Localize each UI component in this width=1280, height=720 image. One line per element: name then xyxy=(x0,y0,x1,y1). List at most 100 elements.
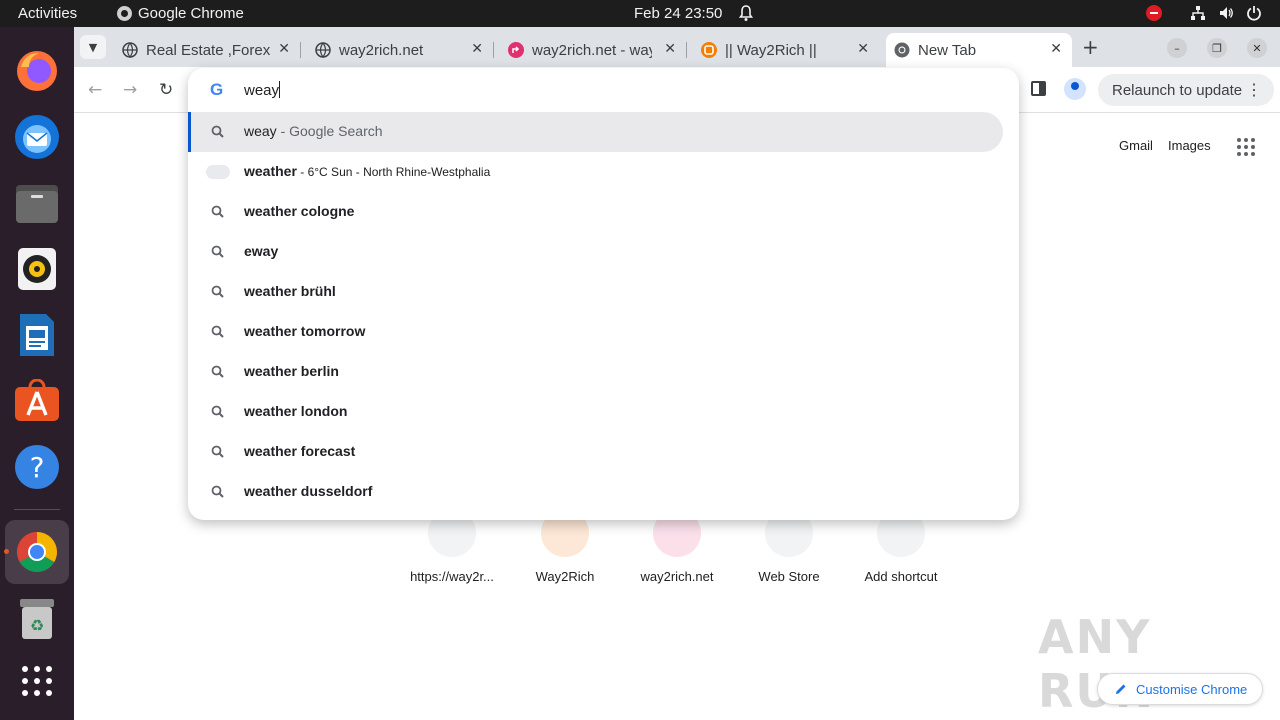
search-icon xyxy=(211,405,224,418)
shortcut-tile[interactable]: https://way2r... xyxy=(402,509,502,584)
writer-icon[interactable] xyxy=(13,311,61,359)
thunderbird-icon[interactable] xyxy=(13,113,61,161)
kebab-menu-icon[interactable]: ⋮ xyxy=(1246,80,1262,100)
dock-separator xyxy=(14,509,60,510)
close-icon[interactable]: ✕ xyxy=(278,40,290,57)
suggestion-row[interactable]: weather london xyxy=(188,392,1019,432)
globe-icon xyxy=(122,42,138,58)
activities-button[interactable]: Activities xyxy=(18,5,77,22)
shortcut-label: Way2Rich xyxy=(535,569,595,584)
suggestion-row[interactable]: weather cologne xyxy=(188,192,1019,232)
show-apps-icon[interactable] xyxy=(13,657,61,705)
tab-title: New Tab xyxy=(918,41,977,59)
clock[interactable]: Feb 24 23:50 xyxy=(634,5,722,22)
globe-icon xyxy=(315,42,331,58)
images-link[interactable]: Images xyxy=(1168,138,1211,153)
profile-avatar-icon[interactable] xyxy=(1064,78,1086,100)
help-icon[interactable]: ? xyxy=(13,443,61,491)
search-icon xyxy=(211,325,224,338)
tab-way2rich-net[interactable]: way2rich.net ✕ xyxy=(307,33,494,67)
shortcut-label: Web Store xyxy=(758,569,820,584)
close-icon[interactable]: ✕ xyxy=(664,40,676,57)
suggestion-label: weather tomorrow xyxy=(244,323,366,339)
customise-chrome-button[interactable]: Customise Chrome xyxy=(1097,673,1263,705)
pink-redirect-icon xyxy=(508,42,524,58)
search-icon xyxy=(211,485,224,498)
network-icon[interactable] xyxy=(1190,5,1206,21)
chrome-icon[interactable] xyxy=(13,528,61,576)
suggestion-row[interactable]: weather - 6°C Sun - North Rhine-Westphal… xyxy=(188,152,1019,192)
customise-label: Customise Chrome xyxy=(1136,681,1248,697)
suggestion-row[interactable]: eway xyxy=(188,232,1019,272)
running-indicator xyxy=(4,549,9,554)
app-name: Google Chrome xyxy=(138,5,244,22)
suggestion-label: weather brühl xyxy=(244,283,336,299)
search-icon xyxy=(211,245,224,258)
back-arrow-icon[interactable]: ← xyxy=(88,80,102,100)
tab-divider xyxy=(493,42,494,58)
relaunch-to-update-button[interactable]: Relaunch to update ⋮ xyxy=(1098,74,1274,106)
tab-way2rich-way[interactable]: way2rich.net - way ✕ xyxy=(500,33,687,67)
search-icon xyxy=(211,205,224,218)
firefox-icon[interactable] xyxy=(13,47,61,95)
restore-icon[interactable]: ❐ xyxy=(1207,38,1227,58)
search-icon xyxy=(211,365,224,378)
suggestion-row[interactable]: weather brühl xyxy=(188,272,1019,312)
power-icon[interactable] xyxy=(1246,5,1262,21)
chrome-icon xyxy=(894,42,910,58)
shortcut-tile[interactable]: Web Store xyxy=(739,509,839,584)
volume-icon[interactable] xyxy=(1218,5,1234,21)
suggestion-label: weather - 6°C Sun - North Rhine-Westphal… xyxy=(244,163,491,179)
tab-way2rich-blog[interactable]: || Way2Rich || ✕ xyxy=(693,33,879,67)
tab-new-tab[interactable]: New Tab ✕ xyxy=(886,33,1072,67)
gnome-top-bar: Activities Google Chrome Feb 24 23:50 xyxy=(0,0,1280,27)
notification-bell-icon[interactable] xyxy=(738,4,754,22)
suggestion-row[interactable]: weather forecast xyxy=(188,432,1019,472)
svg-text:♻: ♻ xyxy=(30,616,44,635)
google-apps-icon[interactable] xyxy=(1237,138,1255,156)
omnibox-popup: G weay weay - Google Search weather - 6°… xyxy=(188,68,1019,520)
close-icon[interactable]: ✕ xyxy=(471,40,483,57)
suggestion-label: weather london xyxy=(244,403,348,419)
shortcut-label: Add shortcut xyxy=(864,569,938,584)
new-tab-plus-icon[interactable]: + xyxy=(1082,35,1099,59)
close-icon[interactable]: ✕ xyxy=(1050,40,1062,57)
trash-icon[interactable]: ♻ xyxy=(13,595,61,643)
shortcut-tile[interactable]: Way2Rich xyxy=(515,509,615,584)
suggestion-row[interactable]: weay - Google Search xyxy=(188,112,1003,152)
add-shortcut-tile[interactable]: Add shortcut xyxy=(851,509,951,584)
gmail-link[interactable]: Gmail xyxy=(1119,138,1153,153)
app-center-icon[interactable] xyxy=(13,377,61,425)
suggestion-row[interactable]: weather dusseldorf xyxy=(188,472,1019,512)
suggestion-label: weather dusseldorf xyxy=(244,483,373,499)
reload-icon[interactable]: ↻ xyxy=(159,80,173,100)
omnibox-text[interactable]: weay xyxy=(244,81,281,99)
suggestion-label: weather berlin xyxy=(244,363,339,379)
do-not-disturb-icon[interactable] xyxy=(1146,5,1162,21)
tab-search-button[interactable]: ▼ xyxy=(80,35,106,59)
close-icon[interactable]: ✕ xyxy=(857,40,869,57)
shortcut-label: https://way2r... xyxy=(410,569,494,584)
window-close-icon[interactable]: ✕ xyxy=(1247,38,1267,58)
rhythmbox-icon[interactable] xyxy=(13,245,61,293)
side-panel-icon[interactable] xyxy=(1031,81,1046,96)
search-icon xyxy=(211,445,224,458)
minimize-icon[interactable]: – xyxy=(1167,38,1187,58)
relaunch-label: Relaunch to update xyxy=(1112,81,1243,99)
shortcut-tile[interactable]: way2rich.net xyxy=(627,509,727,584)
chevron-down-icon: ▼ xyxy=(88,40,98,54)
app-menu[interactable]: Google Chrome xyxy=(117,5,244,22)
suggestion-label: weather forecast xyxy=(244,443,356,459)
chrome-app-icon xyxy=(117,6,132,21)
svg-text:?: ? xyxy=(30,451,45,484)
pencil-icon xyxy=(1116,684,1126,694)
tab-title: Real Estate ,Forex xyxy=(146,41,271,59)
omnibox-input[interactable]: G weay xyxy=(188,68,1019,112)
tab-divider xyxy=(686,42,687,58)
suggestion-row[interactable]: weather berlin xyxy=(188,352,1019,392)
files-icon[interactable] xyxy=(13,179,61,227)
tab-real-estate[interactable]: Real Estate ,Forex ✕ xyxy=(114,33,301,67)
suggestion-row[interactable]: weather tomorrow xyxy=(188,312,1019,352)
forward-arrow-icon[interactable]: → xyxy=(123,80,137,100)
ubuntu-dock: ? ♻ xyxy=(0,27,74,720)
